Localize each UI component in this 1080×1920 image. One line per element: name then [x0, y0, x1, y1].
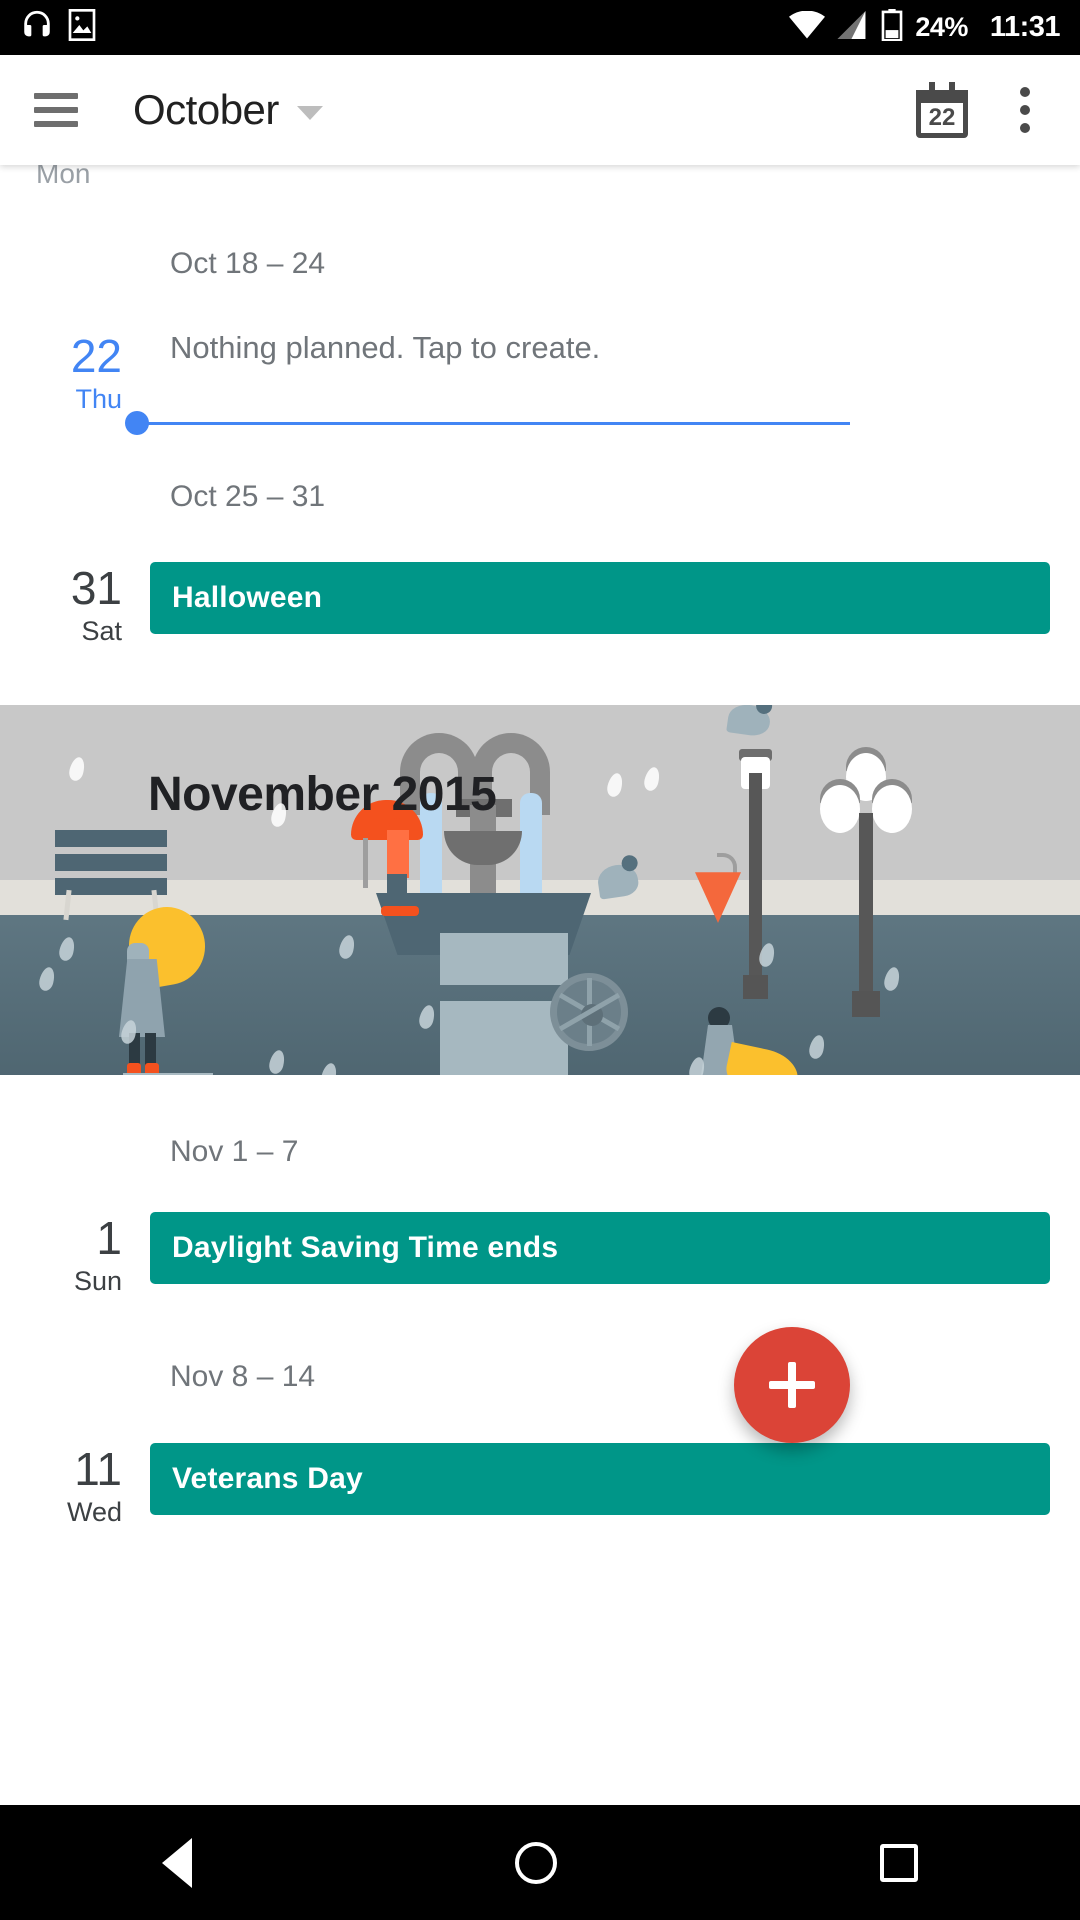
- street-lamp-triple: [820, 743, 912, 1017]
- plus-icon: [769, 1362, 815, 1408]
- create-event-fab[interactable]: [734, 1327, 850, 1443]
- person-yellow-umbrella-left: [105, 900, 215, 1075]
- week-header-row: Nov 1 – 7: [0, 1135, 1080, 1169]
- day-number-column[interactable]: 1 Sun: [0, 1212, 150, 1298]
- day-number: 1: [96, 1212, 122, 1264]
- battery-percent: 24%: [915, 12, 968, 42]
- day-weekday: Thu: [75, 384, 122, 414]
- empty-day-hint[interactable]: Nothing planned. Tap to create.: [150, 330, 1080, 366]
- event-title: Halloween: [172, 581, 323, 614]
- overflow-menu-icon[interactable]: [1020, 87, 1030, 133]
- event-chip-veterans[interactable]: Veterans Day: [150, 1443, 1050, 1515]
- day-number-column[interactable]: 11 Wed: [0, 1443, 150, 1529]
- week-header-label: Nov 1 – 7: [170, 1135, 299, 1168]
- orange-umbrella-closed: [695, 853, 741, 923]
- day-weekday: Sun: [73, 1266, 122, 1296]
- week-header-row: Nov 8 – 14: [0, 1360, 1080, 1394]
- current-time-line: [143, 422, 850, 425]
- calendar-icon-day: 22: [928, 104, 956, 131]
- day-row-dst[interactable]: 1 Sun Daylight Saving Time ends: [0, 1212, 1080, 1298]
- day-row-today[interactable]: 22 Thu Nothing planned. Tap to create.: [0, 330, 1080, 416]
- day-number-column[interactable]: 31 Sat: [0, 562, 150, 648]
- day-number: 11: [74, 1443, 122, 1495]
- day-weekday: Sat: [81, 616, 122, 646]
- day-row-halloween[interactable]: 31 Sat Halloween: [0, 562, 1080, 648]
- hamburger-menu-icon[interactable]: [34, 93, 78, 127]
- week-header-label: Nov 8 – 14: [170, 1360, 316, 1393]
- toolbar-title[interactable]: October: [133, 86, 279, 134]
- today-calendar-icon[interactable]: 22: [916, 82, 968, 138]
- screenshot-icon: [68, 9, 96, 46]
- chevron-down-icon[interactable]: [296, 106, 323, 120]
- park-bench: [55, 830, 167, 921]
- week-header-label: Oct 18 – 24: [170, 247, 326, 280]
- home-icon[interactable]: [514, 1841, 557, 1884]
- cutoff-weekday-row: Mon: [0, 165, 1080, 191]
- back-icon[interactable]: [161, 1837, 192, 1888]
- crosswalk-stripe: [440, 1045, 568, 1075]
- month-year-title: November 2015: [148, 768, 497, 821]
- signal-icon: [837, 11, 869, 44]
- cutoff-weekday-label: Mon: [36, 165, 91, 189]
- wifi-icon: [789, 10, 826, 44]
- day-weekday: Wed: [66, 1497, 122, 1527]
- day-number-column[interactable]: 22 Thu: [0, 330, 150, 416]
- calendar-top-bar: [916, 90, 968, 103]
- day-number: 31: [70, 562, 122, 614]
- battery-icon: [881, 9, 903, 46]
- app-toolbar: October 22: [0, 55, 1080, 165]
- week-header-row: Oct 18 – 24: [0, 247, 1080, 281]
- status-bar: 24% 11:31: [0, 0, 1080, 55]
- headphones-icon: [20, 8, 54, 47]
- android-navigation-bar: [0, 1805, 1080, 1920]
- manhole-cover: [550, 973, 628, 1051]
- day-number: 22: [70, 330, 122, 382]
- crosswalk-stripe: [440, 933, 568, 985]
- person-yellow-umbrella-right: [700, 1005, 810, 1075]
- event-chip-dst[interactable]: Daylight Saving Time ends: [150, 1212, 1050, 1284]
- event-chip-halloween[interactable]: Halloween: [150, 562, 1050, 634]
- recents-icon[interactable]: [880, 1843, 919, 1882]
- event-title: Daylight Saving Time ends: [172, 1231, 559, 1264]
- month-header-illustration: November 2015: [0, 705, 1080, 1075]
- status-time: 11:31: [989, 11, 1061, 43]
- current-time-indicator: [125, 411, 850, 435]
- week-header-label: Oct 25 – 31: [170, 480, 326, 513]
- event-title: Veterans Day: [172, 1462, 363, 1495]
- schedule-list[interactable]: Mon Oct 18 – 24 22 Thu Nothing planned. …: [0, 165, 1080, 1805]
- week-header-row: Oct 25 – 31: [0, 480, 1080, 514]
- day-row-veterans[interactable]: 11 Wed Veterans Day: [0, 1443, 1080, 1529]
